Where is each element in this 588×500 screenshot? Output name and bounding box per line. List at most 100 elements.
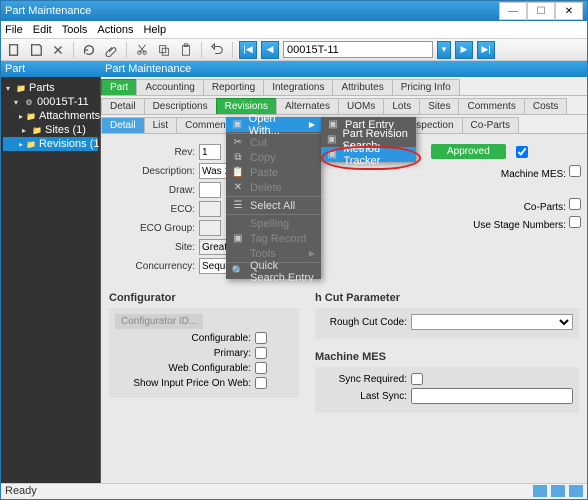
coparts-label: Co-Parts: [524, 202, 566, 213]
draw-label: Draw: [109, 185, 199, 196]
open-icon: ▣ [232, 119, 243, 130]
menu-help[interactable]: Help [143, 24, 166, 36]
part-number-input[interactable] [283, 41, 433, 58]
configurator-id-button[interactable]: Configurator ID... [115, 314, 203, 329]
syncreq-label: Sync Required: [321, 374, 411, 385]
status-icons [533, 485, 583, 498]
nav-first-icon[interactable]: |◀ [239, 41, 257, 59]
tab-comments[interactable]: Comments [458, 98, 524, 114]
tab-detail3[interactable]: Detail [101, 117, 145, 133]
nav-last-icon[interactable]: ▶| [477, 41, 495, 59]
tree-revisions[interactable]: ▸📁Revisions (1) [3, 137, 98, 151]
ctx-quick-search[interactable]: 🔍Quick Search Entry [226, 264, 321, 279]
menu-file[interactable]: File [5, 24, 23, 36]
ctx-sep [226, 214, 321, 215]
attach-icon[interactable] [102, 41, 120, 59]
titlebar: Part Maintenance — ☐ ✕ [1, 1, 587, 21]
lastsync-label: Last Sync: [321, 391, 411, 402]
delete-icon[interactable] [49, 41, 67, 59]
approved-badge: Approved [431, 144, 506, 159]
usestg-checkbox[interactable] [569, 216, 581, 228]
tab-detail[interactable]: Detail [101, 98, 145, 114]
tree-sites[interactable]: ▸📁Sites (1) [3, 123, 98, 137]
tag-icon: ▣ [232, 233, 244, 244]
tab-reporting[interactable]: Reporting [203, 79, 264, 95]
toolbar-sep [73, 42, 74, 58]
window-title: Part Maintenance [5, 5, 499, 17]
tab-list[interactable]: List [144, 117, 178, 133]
ctx-spelling[interactable]: Spelling [226, 216, 321, 231]
tracker-icon: ▣ [327, 149, 337, 160]
draw-input[interactable] [199, 182, 221, 198]
tab-costs[interactable]: Costs [524, 98, 568, 114]
ecog-label: ECO Group: [109, 223, 199, 234]
refresh-icon[interactable] [80, 41, 98, 59]
toolbar: |◀ ◀ ▾ ▶ ▶| [1, 39, 587, 61]
syncreq-checkbox[interactable] [411, 373, 423, 385]
copy-icon: ⧉ [232, 152, 244, 163]
new-icon[interactable] [5, 41, 23, 59]
coparts-checkbox[interactable] [569, 198, 581, 210]
ctx-tag-record[interactable]: ▣Tag Record [226, 231, 321, 246]
undo-icon[interactable] [208, 41, 226, 59]
tab-descriptions[interactable]: Descriptions [144, 98, 217, 114]
submenu-method-tracker[interactable]: ▣Method Tracker [321, 147, 416, 162]
primary-checkbox[interactable] [255, 347, 267, 359]
tab-accounting[interactable]: Accounting [136, 79, 203, 95]
status-icon [551, 485, 565, 497]
ctx-open-with[interactable]: ▣Open With...▶ [226, 117, 321, 132]
showprice-checkbox[interactable] [255, 377, 267, 389]
tab-uoms[interactable]: UOMs [338, 98, 384, 114]
ctx-copy[interactable]: ⧉Copy [226, 150, 321, 165]
roughcut-code-select[interactable] [411, 314, 573, 330]
maximize-button[interactable]: ☐ [527, 2, 555, 20]
tab-sites[interactable]: Sites [419, 98, 459, 114]
tree-attachments[interactable]: ▸📁Attachments (1) [3, 109, 98, 123]
search-icon: 🔍 [232, 266, 244, 277]
cut-icon[interactable] [133, 41, 151, 59]
menu-actions[interactable]: Actions [97, 24, 133, 36]
desc-label: Description: [109, 166, 199, 177]
nav-prev-icon[interactable]: ◀ [261, 41, 279, 59]
close-button[interactable]: ✕ [555, 2, 583, 20]
roughcut-code-label: Rough Cut Code: [321, 317, 411, 328]
tree-part[interactable]: ▾⚙00015T-11 [3, 95, 98, 109]
ctx-delete[interactable]: ✕Delete [226, 180, 321, 195]
tab-lots[interactable]: Lots [383, 98, 420, 114]
folder-icon: 📁 [16, 83, 26, 93]
save-icon[interactable] [27, 41, 45, 59]
tree-root[interactable]: ▾📁Parts [3, 81, 98, 95]
chevron-right-icon: ▸ [19, 111, 23, 121]
status-text: Ready [5, 485, 37, 498]
tab-row-2: Detail Descriptions Revisions Alternates… [101, 96, 587, 115]
rev-input[interactable] [199, 144, 221, 160]
part-dropdown-icon[interactable]: ▾ [437, 41, 451, 59]
minimize-button[interactable]: — [499, 2, 527, 20]
machine-mes-checkbox[interactable] [569, 165, 581, 177]
nav-tree: ▾📁Parts ▾⚙00015T-11 ▸📁Attachments (1) ▸📁… [1, 77, 101, 499]
content-header: Part Maintenance [101, 61, 587, 77]
select-all-icon: ☰ [232, 200, 244, 211]
tab-integrations[interactable]: Integrations [263, 79, 333, 95]
nav-next-icon[interactable]: ▶ [455, 41, 473, 59]
minus-icon: ▾ [3, 83, 13, 93]
ctx-cut[interactable]: ✂Cut [226, 135, 321, 150]
webconf-checkbox[interactable] [255, 362, 267, 374]
ctx-paste[interactable]: 📋Paste [226, 165, 321, 180]
ctx-select-all[interactable]: ☰Select All [226, 198, 321, 213]
part-icon: ⚙ [24, 97, 34, 107]
tab-part[interactable]: Part [101, 79, 137, 95]
tab-pricing[interactable]: Pricing Info [392, 79, 460, 95]
folder-icon: 📁 [26, 111, 36, 121]
configurable-checkbox[interactable] [255, 332, 267, 344]
tab-attributes[interactable]: Attributes [332, 79, 392, 95]
menu-edit[interactable]: Edit [33, 24, 52, 36]
conc-label: Concurrency: [109, 261, 199, 272]
approved-checkbox[interactable] [516, 146, 528, 158]
part-icon: ▣ [327, 119, 339, 130]
menu-tools[interactable]: Tools [62, 24, 88, 36]
right-column: Approved Machine MES: Co-Parts: Use Stag… [431, 144, 581, 231]
copy-icon[interactable] [155, 41, 173, 59]
paste-icon[interactable] [177, 41, 195, 59]
tab-coparts[interactable]: Co-Parts [462, 117, 519, 133]
